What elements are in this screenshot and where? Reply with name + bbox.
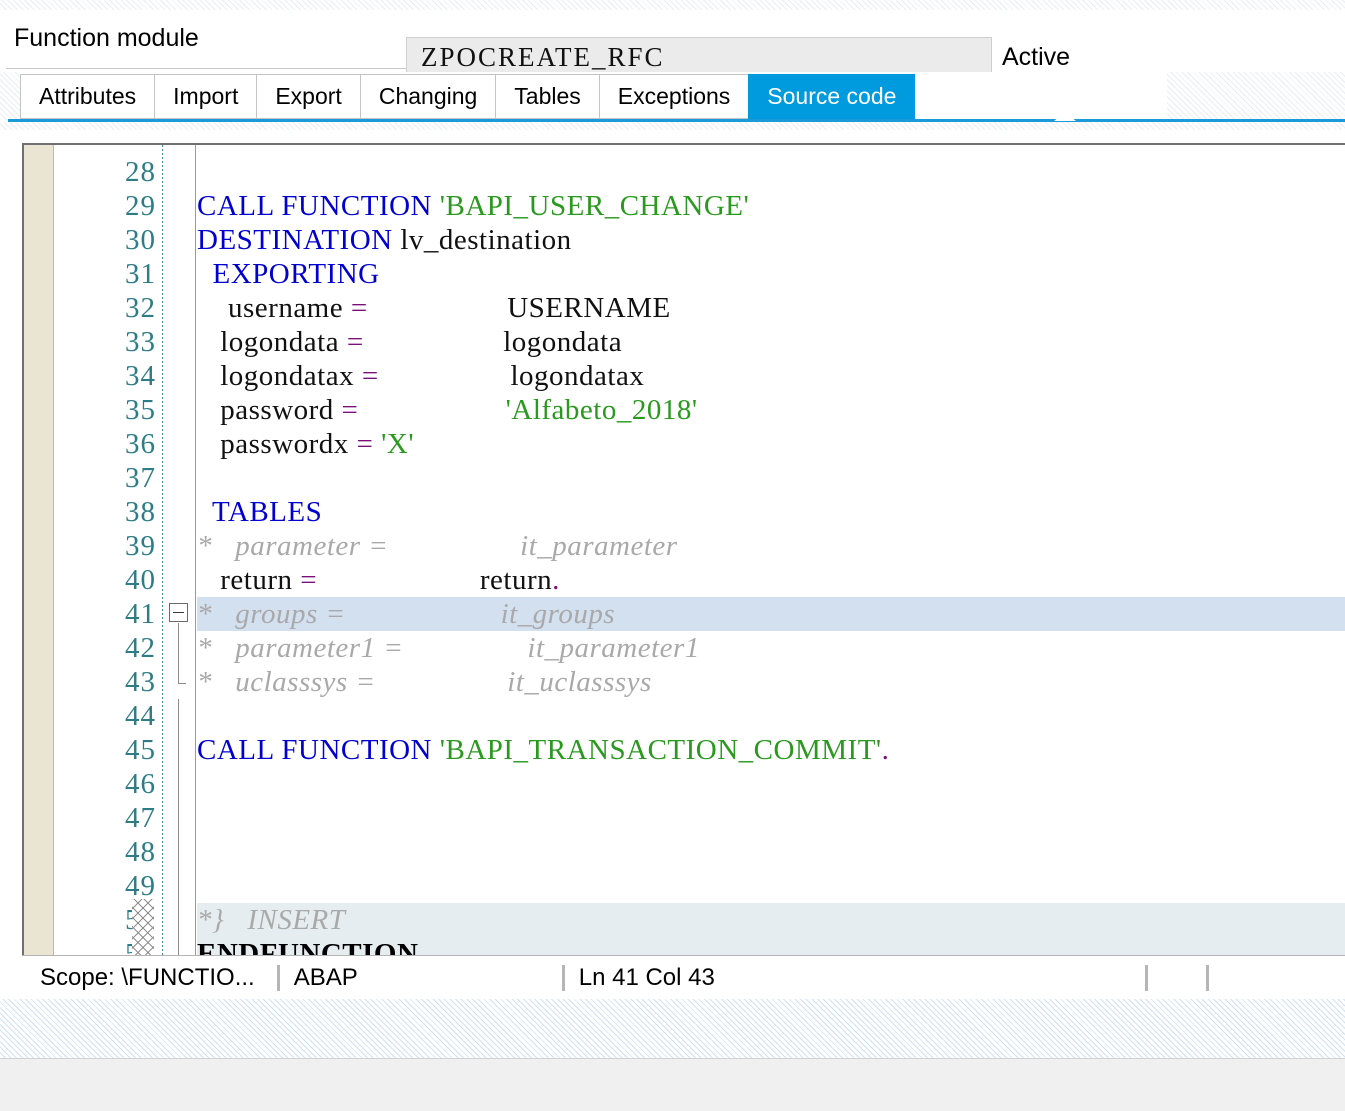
code-line[interactable]: * groups = it_groups [197, 597, 1345, 631]
code-folding-gutter[interactable] [132, 145, 196, 955]
tab-source-code[interactable]: Source code [748, 74, 916, 119]
tab-import[interactable]: Import [154, 74, 257, 119]
status-separator-2 [561, 964, 565, 991]
code-line[interactable] [197, 461, 1345, 495]
code-line[interactable] [197, 835, 1345, 869]
tab-exceptions-label: Exceptions [617, 83, 731, 109]
fold-collapse-icon[interactable] [169, 603, 188, 622]
line-number: 43 [125, 666, 156, 698]
status-scope: Scope: \FUNCTIO... [40, 963, 255, 991]
tab-exceptions[interactable]: Exceptions [598, 74, 749, 119]
line-number: 29 [125, 190, 156, 222]
sap-function-builder-window: Function module ZPOCREATE_RFC Active Att… [0, 0, 1345, 1111]
line-number: 49 [125, 870, 156, 902]
footer-bar: SAP » AH8 (3) 001 ▾ [0, 1059, 1345, 1111]
tab-changing[interactable]: Changing [359, 74, 496, 119]
tab-export[interactable]: Export [256, 74, 360, 119]
tab-attributes[interactable]: Attributes [20, 74, 155, 119]
code-line[interactable]: *} INSERT [197, 903, 1345, 937]
status-cursor-position: Ln 41 Col 43 [578, 963, 715, 991]
source-code-editor[interactable]: 28 29 30 31 32 33 34 35 36 37 38 39 40 41 42 43 44 45 46 47… [22, 143, 1345, 955]
tab-changing-label: Changing [378, 83, 478, 109]
tab-import-label: Import [173, 83, 239, 109]
line-number: 48 [125, 836, 156, 868]
status-separator-3 [1144, 964, 1148, 991]
line-number: 33 [125, 326, 156, 358]
line-number: 41 [125, 598, 156, 630]
code-line[interactable]: EXPORTING [197, 257, 1345, 291]
code-line[interactable] [197, 801, 1345, 835]
tab-attributes-label: Attributes [39, 83, 137, 109]
fold-range-end-icon [178, 683, 186, 684]
code-line[interactable]: username = USERNAME [197, 291, 1345, 325]
line-number: 36 [125, 428, 156, 460]
line-number-gutter: 28 29 30 31 32 33 34 35 36 37 38 39 40 41 42 43 44 45 46 47… [55, 145, 162, 955]
tab-list: Attributes Import Export Changing Tables… [20, 74, 916, 119]
window-filler-area [0, 999, 1345, 1059]
window-top-strip [0, 0, 1345, 10]
line-number: 42 [125, 632, 156, 664]
code-line[interactable] [197, 155, 1345, 189]
function-module-label: Function module [14, 24, 199, 52]
code-line[interactable]: DESTINATION lv_destination [197, 223, 1345, 257]
line-number: 47 [125, 802, 156, 834]
tabbar-right-filler [1167, 72, 1345, 120]
tab-bar: Attributes Import Export Changing Tables… [0, 72, 1345, 130]
tab-export-label: Export [275, 83, 342, 109]
tab-tables-label: Tables [514, 83, 581, 109]
line-number: 35 [125, 394, 156, 426]
fold-range-line [178, 623, 179, 683]
code-line[interactable]: ENDFUNCTION [197, 937, 1345, 955]
tab-tables[interactable]: Tables [495, 74, 599, 119]
code-line[interactable]: password = 'Alfabeto_2018' [197, 393, 1345, 427]
code-text-area[interactable]: CALL FUNCTION 'BAPI_USER_CHANGE' DESTINAT… [197, 145, 1345, 955]
activation-status-text: Active [1002, 43, 1071, 71]
editor-status-bar: Scope: \FUNCTIO... ABAP Ln 41 Col 43 [22, 955, 1345, 999]
line-number: 31 [125, 258, 156, 290]
header-bar: Function module ZPOCREATE_RFC Active [0, 10, 1345, 77]
code-line[interactable]: * uclasssys = it_uclasssys [197, 665, 1345, 699]
line-number: 34 [125, 360, 156, 392]
line-number: 45 [125, 734, 156, 766]
tab-active-pointer-icon [1054, 112, 1076, 121]
breakpoint-margin[interactable] [24, 145, 54, 955]
code-line[interactable] [197, 767, 1345, 801]
tab-accent-underline [8, 119, 1345, 122]
tabbar-left-filler [0, 72, 20, 120]
status-language: ABAP [293, 963, 358, 991]
line-number: 28 [125, 156, 156, 188]
line-number: 32 [125, 292, 156, 324]
line-number: 44 [125, 700, 156, 732]
line-number: 38 [125, 496, 156, 528]
code-line[interactable]: CALL FUNCTION 'BAPI_TRANSACTION_COMMIT'. [197, 733, 1345, 767]
code-line[interactable] [197, 699, 1345, 733]
code-line[interactable]: logondata = logondata [197, 325, 1345, 359]
code-line[interactable]: CALL FUNCTION 'BAPI_USER_CHANGE' [197, 189, 1345, 223]
code-line[interactable]: return = return. [197, 563, 1345, 597]
status-separator-4 [1205, 964, 1209, 991]
line-number: 30 [125, 224, 156, 256]
tab-source-code-label: Source code [767, 83, 897, 109]
function-module-name-input[interactable]: ZPOCREATE_RFC [406, 37, 992, 77]
line-number: 37 [125, 462, 156, 494]
line-number: 46 [125, 768, 156, 800]
fold-range-line [178, 699, 179, 955]
code-line[interactable]: TABLES [197, 495, 1345, 529]
code-line[interactable]: passwordx = 'X' [197, 427, 1345, 461]
tabbar-bottom-filler [0, 122, 1345, 130]
code-line[interactable] [197, 869, 1345, 903]
code-line[interactable]: logondatax = logondatax [197, 359, 1345, 393]
line-number: 39 [125, 530, 156, 562]
code-line[interactable]: * parameter1 = it_parameter1 [197, 631, 1345, 665]
modified-line-marker [132, 899, 154, 955]
status-separator-1 [276, 964, 280, 991]
line-number: 40 [125, 564, 156, 596]
code-line[interactable]: * parameter = it_parameter [197, 529, 1345, 563]
